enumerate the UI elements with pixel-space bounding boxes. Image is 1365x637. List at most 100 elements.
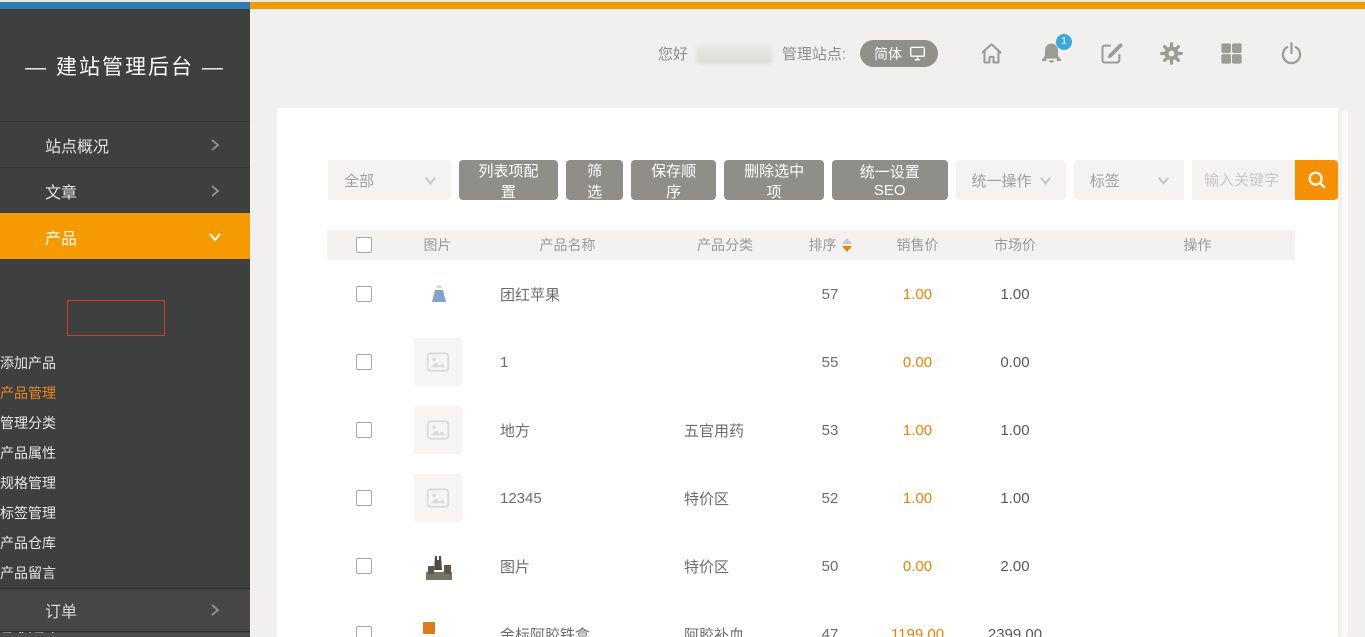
market-price: 2.00 (965, 558, 1065, 575)
submenu-item-product-warehouse[interactable]: 产品仓库 (0, 528, 250, 558)
notification-badge: 1 (1056, 34, 1072, 50)
header-sort[interactable]: 排序 (809, 235, 852, 255)
table-row: 地方 五官用药 53 1.00 1.00 (327, 396, 1295, 464)
greeting-text: 您好 (658, 43, 688, 64)
group-buy-badge: 团 (500, 284, 515, 305)
filter-selected-value: 全部 (344, 170, 374, 191)
sale-price: 1.00 (870, 422, 965, 439)
sort-value[interactable]: 57 (822, 286, 839, 303)
sidebar-item-articles[interactable]: 文章 (0, 167, 250, 213)
submenu-item-product-management[interactable]: 产品管理 (0, 378, 250, 408)
product-name: 图片 (500, 556, 530, 577)
product-image[interactable] (414, 610, 462, 637)
product-image[interactable] (414, 542, 462, 590)
search-button[interactable] (1295, 160, 1338, 200)
header-operations: 操作 (1065, 235, 1295, 255)
submenu-item-product-attributes[interactable]: 产品属性 (0, 438, 250, 468)
gear-icon[interactable] (1158, 40, 1185, 67)
table-row: 12345 特价区 52 1.00 1.00 (327, 464, 1295, 532)
row-checkbox[interactable] (356, 558, 372, 574)
row-checkbox[interactable] (356, 422, 372, 438)
bell-icon[interactable]: 1 (1038, 40, 1065, 67)
category-filter-dropdown[interactable]: 全部 (328, 160, 451, 200)
product-image-placeholder[interactable] (414, 406, 462, 454)
submenu-item-manage-categories[interactable]: 管理分类 (0, 408, 250, 438)
sidebar-accent-strip (0, 2, 250, 9)
batch-operation-dropdown[interactable]: 统一操作 (956, 160, 1066, 200)
products-table: 图片 产品名称 产品分类 排序 销售价 市场价 操作 团 红苹果 (327, 230, 1295, 637)
sort-arrows-icon (842, 238, 852, 252)
chevron-right-icon (208, 184, 222, 198)
sidebar-next-section-edge (0, 633, 250, 637)
product-image-placeholder[interactable] (414, 338, 462, 386)
sort-value[interactable]: 53 (822, 422, 839, 439)
market-price: 1.00 (965, 286, 1065, 303)
language-button[interactable]: 简体 (860, 40, 938, 67)
save-order-button[interactable]: 保存顺序 (631, 160, 716, 200)
topbar-icons: 1 (978, 40, 1305, 67)
product-image-placeholder[interactable] (414, 474, 462, 522)
sort-value[interactable]: 47 (822, 626, 839, 637)
header-product-category: 产品分类 (660, 235, 790, 255)
content-panel: 全部 列表项配置 筛选 保存顺序 删除选中项 统一设置SEO 统一操作 标签 图… (277, 108, 1338, 637)
list-config-button[interactable]: 列表项配置 (459, 160, 559, 200)
chevron-down-icon (208, 230, 222, 244)
submenu-item-product-messages[interactable]: 产品留言 (0, 558, 250, 588)
search-input[interactable] (1192, 160, 1295, 200)
sale-price: 1199.00 (870, 626, 965, 637)
sort-value[interactable]: 55 (822, 354, 839, 371)
submenu-item-spec-management[interactable]: 规格管理 (0, 468, 250, 498)
submenu-item-add-product[interactable]: 添加产品 (0, 348, 250, 378)
sale-price: 1.00 (870, 490, 965, 507)
sidebar-item-products[interactable]: 产品 (0, 213, 250, 259)
header-image: 图片 (400, 235, 475, 255)
tag-dropdown[interactable]: 标签 (1074, 160, 1184, 200)
sidebar-item-orders[interactable]: 订单 (0, 588, 250, 632)
submenu-item-tag-management[interactable]: 标签管理 (0, 498, 250, 528)
product-category: 五官用药 (660, 420, 790, 441)
sidebar-item-label: 文章 (45, 179, 208, 203)
sort-value[interactable]: 52 (822, 490, 839, 507)
batch-seo-button[interactable]: 统一设置SEO (832, 160, 948, 200)
market-price: 2399.00 (965, 626, 1065, 637)
image-placeholder-icon (425, 349, 451, 375)
scrollbar[interactable] (1342, 110, 1348, 637)
select-all-checkbox[interactable] (356, 237, 372, 253)
chevron-right-icon (208, 138, 222, 152)
product-category: 特价区 (660, 488, 790, 509)
annotation-box-product-management (67, 300, 165, 336)
redacted-username (696, 44, 772, 64)
batch-operation-value: 统一操作 (972, 170, 1032, 191)
table-row: 1 55 0.00 0.00 (327, 328, 1295, 396)
search-icon (1306, 169, 1328, 191)
power-icon[interactable] (1278, 40, 1305, 67)
product-name: 金标阿胶铁盒 (500, 624, 590, 637)
filter-button[interactable]: 筛选 (566, 160, 623, 200)
product-image[interactable] (414, 270, 462, 318)
grid-icon[interactable] (1218, 40, 1245, 67)
monitor-icon (909, 46, 926, 61)
chevron-down-icon (1157, 174, 1170, 187)
sidebar: — 建站管理后台 — 站点概况 文章 产品 添加产品 产品管理 管理分类 产品属… (0, 9, 250, 637)
image-placeholder-icon (425, 485, 451, 511)
delete-selected-button[interactable]: 删除选中项 (724, 160, 824, 200)
table-row: 图片 特价区 50 0.00 2.00 (327, 532, 1295, 600)
sale-price: 0.00 (870, 354, 965, 371)
home-icon[interactable] (978, 40, 1005, 67)
sidebar-item-site-overview[interactable]: 站点概况 (0, 121, 250, 167)
sale-price: 0.00 (870, 558, 965, 575)
row-checkbox[interactable] (356, 354, 372, 370)
row-checkbox[interactable] (356, 490, 372, 506)
header-sale-price: 销售价 (870, 235, 965, 255)
app-title: — 建站管理后台 — (0, 9, 250, 81)
edit-icon[interactable] (1098, 40, 1125, 67)
table-header-row: 图片 产品名称 产品分类 排序 销售价 市场价 操作 (327, 230, 1295, 260)
row-checkbox[interactable] (356, 626, 372, 637)
sidebar-item-label: 订单 (45, 598, 208, 622)
row-checkbox[interactable] (356, 286, 372, 302)
sort-value[interactable]: 50 (822, 558, 839, 575)
header-product-name: 产品名称 (475, 235, 660, 255)
manage-site-label: 管理站点: (782, 43, 846, 64)
chevron-down-icon (1039, 174, 1052, 187)
market-price: 1.00 (965, 422, 1065, 439)
